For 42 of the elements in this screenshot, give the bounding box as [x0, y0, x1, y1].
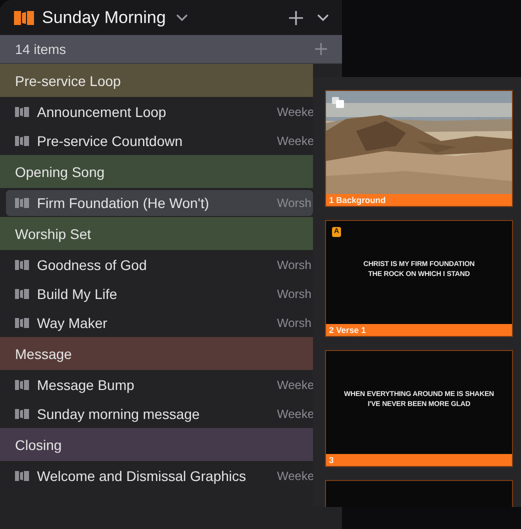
chevron-down-icon[interactable]	[176, 14, 188, 22]
playlist-item[interactable]: Way Maker Worsh	[0, 308, 313, 337]
playlist-title: Sunday Morning	[42, 8, 166, 28]
playlist-item[interactable]: Announcement Loop Weeke	[0, 97, 313, 126]
playlist-item[interactable]: Sunday morning message Weeke	[0, 399, 313, 428]
slide-label: 1 Background	[326, 194, 512, 206]
add-icon[interactable]	[289, 10, 303, 24]
item-category: Weeke	[277, 378, 314, 392]
presentation-icon	[15, 288, 29, 300]
item-category: Worsh	[277, 196, 312, 210]
presentation-icon	[15, 134, 29, 146]
playlist-item[interactable]: Firm Foundation (He Won't) Worsh	[6, 190, 313, 216]
playlist-item[interactable]: Message Bump Weeke	[0, 370, 313, 399]
presentation-icon	[15, 197, 29, 209]
playlist-item[interactable]: Pre-service Countdown Weeke	[0, 126, 313, 155]
item-count: 14 items	[15, 42, 66, 56]
item-category: Worsh	[277, 316, 312, 330]
presentation-icon	[15, 408, 29, 420]
logo-icon	[14, 10, 34, 26]
slide-label: 2 Verse 1	[326, 324, 512, 336]
item-category: Weeke	[277, 104, 314, 118]
presentation-icon	[15, 316, 29, 328]
group-header[interactable]: Pre-service Loop	[0, 64, 313, 97]
group-header[interactable]: Worship Set	[0, 217, 313, 250]
group-header[interactable]: Message	[0, 337, 313, 370]
layers-icon	[332, 97, 344, 108]
slide-label: 3	[326, 454, 512, 466]
presentation-icon	[15, 106, 29, 118]
item-category: Worsh	[277, 286, 312, 300]
group-header[interactable]: Opening Song	[0, 155, 313, 188]
group-header[interactable]: Closing	[0, 428, 313, 461]
presentation-icon	[15, 258, 29, 270]
item-category: Worsh	[277, 258, 312, 272]
chevron-down-icon[interactable]	[317, 14, 329, 22]
presentation-icon	[15, 378, 29, 390]
item-category: Weeke	[277, 406, 314, 420]
item-category: Weeke	[277, 134, 314, 148]
item-category: Weeke	[277, 468, 314, 482]
playlist-item[interactable]: Welcome and Dismissal Graphics Weeke	[0, 461, 313, 490]
playlist-item[interactable]: Goodness of God Worsh	[0, 250, 313, 279]
presentation-icon	[15, 470, 29, 482]
playlist-item[interactable]: Build My Life Worsh	[0, 279, 313, 308]
